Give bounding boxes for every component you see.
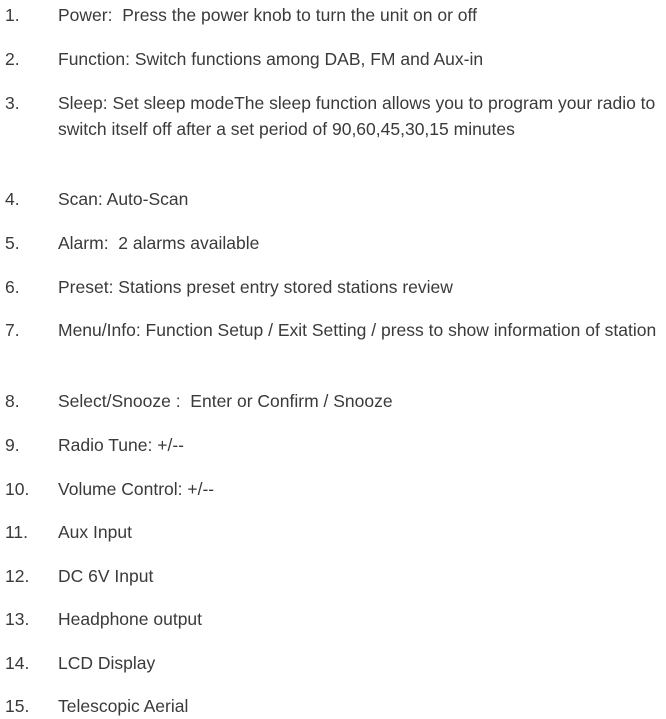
item-text: DC 6V Input [58,566,154,586]
item-number: 10. [5,479,30,499]
item-number: 5. [5,233,20,253]
list-item: 6. Preset: Stations preset entry stored … [0,274,666,300]
item-text: Select/Snooze : Enter or Confirm / Snooz… [58,391,393,411]
item-number: 8. [5,391,20,411]
list-item: 1. Power: Press the power knob to turn t… [0,2,666,28]
item-text: Volume Control: +/-- [58,479,215,499]
item-text: Sleep: Set sleep modeThe sleep function … [58,93,656,139]
list-item: 4. Scan: Auto-Scan [0,186,666,212]
item-number: 3. [5,93,20,113]
list-item: 8. Select/Snooze : Enter or Confirm / Sn… [0,388,666,414]
item-number: 2. [5,49,20,69]
item-text: Radio Tune: +/-- [58,435,184,455]
list-item: 9. Radio Tune: +/-- [0,432,666,458]
item-number: 1. [5,5,20,25]
item-text: Power: Press the power knob to turn the … [58,5,477,25]
item-number: 15. [5,696,30,716]
list-item: 14. LCD Display [0,650,666,676]
list-item: 11. Aux Input [0,519,666,545]
item-number: 7. [5,320,20,340]
list-item: 10. Volume Control: +/-- [0,476,666,502]
item-text: Alarm: 2 alarms available [58,233,260,253]
item-text: Scan: Auto-Scan [58,189,189,209]
item-text: Function: Switch functions among DAB, FM… [58,49,484,69]
item-number: 4. [5,189,20,209]
item-text: Aux Input [58,522,132,542]
list-item: 13. Headphone output [0,606,666,632]
list-item: 2. Function: Switch functions among DAB,… [0,46,666,72]
item-text: Headphone output [58,609,203,629]
controls-list: 1. Power: Press the power knob to turn t… [0,0,666,716]
item-number: 14. [5,653,30,673]
list-item: 5. Alarm: 2 alarms available [0,230,666,256]
item-number: 6. [5,277,20,297]
item-number: 13. [5,609,30,629]
list-item: 7. Menu/Info: Function Setup / Exit Sett… [0,317,666,343]
list-item: 3. Sleep: Set sleep modeThe sleep functi… [0,90,666,142]
item-text: LCD Display [58,653,156,673]
list-item: 12. DC 6V Input [0,563,666,589]
list-item: 15. Telescopic Aerial [0,693,666,719]
item-text: Menu/Info: Function Setup / Exit Setting… [58,320,657,340]
item-text: Preset: Stations preset entry stored sta… [58,277,453,297]
item-text: Telescopic Aerial [58,696,189,716]
item-number: 11. [5,522,29,542]
item-number: 12. [5,566,30,586]
item-number: 9. [5,435,20,455]
